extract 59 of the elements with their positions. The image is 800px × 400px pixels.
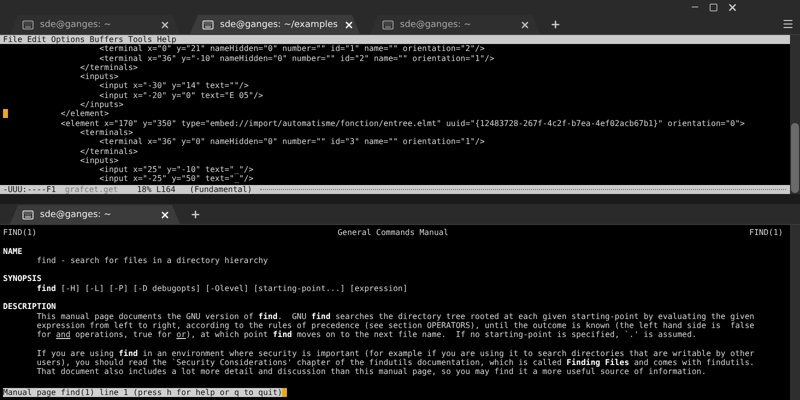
close-icon[interactable] xyxy=(727,2,738,12)
text-cursor xyxy=(282,388,288,397)
man-text-line: find - search for files in a directory hierarchy xyxy=(36,256,268,266)
man-text-line: This manual page documents the GNU version of find. GNU find searches the directory tree rooted at each given starting-point by evaluating the given xyxy=(36,312,754,321)
code-line: </element> xyxy=(60,109,109,119)
code-line: <input x="-25" y="50" text="_"/> xyxy=(98,174,254,184)
code-line: <inputs> xyxy=(79,156,119,166)
code-line: <terminal x="0" y="21" nameHidden="0" number="" id="1" name="" orientation="2"/> xyxy=(98,44,485,54)
keyboard-icon xyxy=(22,18,34,30)
code-line: <inputs> xyxy=(79,72,119,82)
section-heading: NAME xyxy=(3,246,22,256)
menu-item[interactable]: Buffers xyxy=(90,35,124,44)
scrollbar[interactable] xyxy=(790,225,800,400)
code-line: <input x="-20" y="0" text="E 05"/> xyxy=(99,90,264,100)
menu-item[interactable]: Options xyxy=(51,35,85,44)
menu-item[interactable]: Help xyxy=(157,35,176,44)
section-heading: SYNOPSIS xyxy=(3,274,42,284)
code-line: <terminal x="36" y="0" nameHidden="0" number="" id="3" name="" orientation="1"/> xyxy=(98,137,485,147)
buffer-position: 18% L164 xyxy=(136,184,176,194)
code-line: </inputs> xyxy=(79,100,124,110)
code-line: </terminals> xyxy=(79,62,138,72)
keyboard-icon xyxy=(382,18,394,30)
new-tab-icon[interactable] xyxy=(190,208,201,220)
man-text-line: users), you should read the `Security Considerations' chapter of the findutils documentation, which is called Finding Files and comes with findutils. xyxy=(36,358,754,368)
menu-icon[interactable] xyxy=(782,18,794,30)
man-text-line: If you are using find in an environment where security is important (for example if you are using it to search directories that are writable by other xyxy=(36,348,754,358)
new-tab-icon[interactable] xyxy=(550,18,561,30)
menu-item[interactable]: Edit xyxy=(27,35,46,44)
terminal-tab[interactable]: sde@ganges: ~ xyxy=(10,205,180,224)
buffer-name: grafcet.get xyxy=(64,184,118,194)
man-text-line: for and operations, true for or), at which point find moves on to the next file name. If no starting-point is specified, `.' is assumed. xyxy=(36,330,697,340)
code-line: <input x="-30" y="14" text=""/> xyxy=(99,81,249,91)
pager-prompt: Manual page find(1) line 1 (press h for help or q to quit) xyxy=(3,388,282,397)
terminal-tab[interactable]: sde@ganges: ~ xyxy=(10,15,180,34)
close-icon[interactable] xyxy=(344,20,354,30)
major-mode: (Fundamental) xyxy=(190,184,252,194)
man-header: FIND(1) xyxy=(3,228,37,238)
man-title: General Commands Manual xyxy=(338,228,448,238)
man-text-line: That document also includes a lot more detail and discussion than this manual page, so you may find it a more useful source of information. xyxy=(36,367,706,377)
maximize-icon[interactable] xyxy=(709,2,718,12)
man-text-line: expression from left to right, according to the rules of precedence (see section OPERATORS), until the outcome is known (the left hand side is false xyxy=(36,320,754,330)
code-line: <input x="25" y="-10" text="_"/> xyxy=(99,165,254,174)
terminal-tab[interactable]: sde@ganges: ~ xyxy=(370,15,540,34)
man-header: FIND(1) xyxy=(749,228,783,238)
close-icon[interactable] xyxy=(160,20,170,30)
code-line: </terminals> xyxy=(79,146,138,156)
man-text-line: find [-H] [-L] [-P] [-D debugopts] [-Olevel] [starting-point...] [expression] xyxy=(36,284,408,294)
scrollbar[interactable] xyxy=(790,35,800,194)
menu-item[interactable]: File xyxy=(3,35,22,44)
code-line: <terminal x="36" y="-10" nameHidden="0" number="" id="2" name="" orientation="1"/> xyxy=(98,54,494,63)
terminal-tab[interactable]: sde@ganges: ~/examples xyxy=(190,15,360,34)
code-line: <terminals> xyxy=(79,128,134,138)
close-icon[interactable] xyxy=(520,20,530,30)
keyboard-icon xyxy=(22,208,34,220)
menu-item[interactable]: Tools xyxy=(128,35,152,44)
keyboard-icon xyxy=(202,18,214,30)
buffer-status: -UUU:----F1 xyxy=(3,184,56,194)
section-heading: DESCRIPTION xyxy=(3,302,56,312)
code-line: <element x="170" y="350" type="embed://import/automatisme/fonction/entree.elmt" uuid="{12483728-267f-4c2f-b7ea-4ef02acb67b1}" orientation="0"> xyxy=(60,118,745,128)
